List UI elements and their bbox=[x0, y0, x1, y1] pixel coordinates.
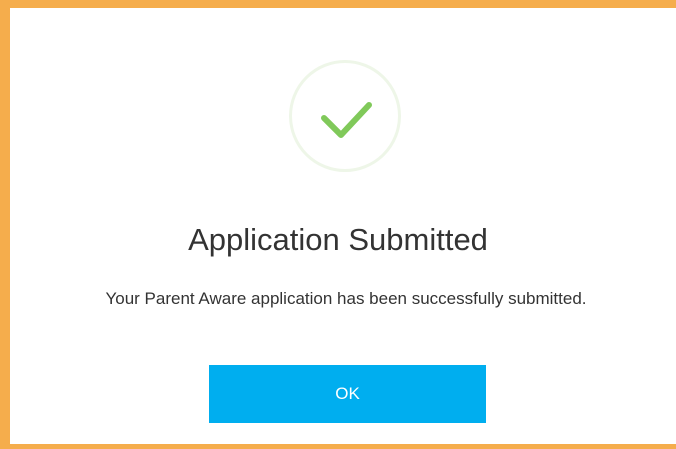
ok-button[interactable]: OK bbox=[209, 365, 486, 423]
frame-border-top bbox=[0, 0, 676, 8]
success-icon-circle bbox=[289, 60, 401, 172]
checkmark-icon bbox=[321, 102, 372, 138]
dialog-message: Your Parent Aware application has been s… bbox=[105, 289, 587, 308]
frame-border-bottom bbox=[0, 444, 676, 449]
dialog-title: Application Submitted bbox=[188, 222, 488, 257]
